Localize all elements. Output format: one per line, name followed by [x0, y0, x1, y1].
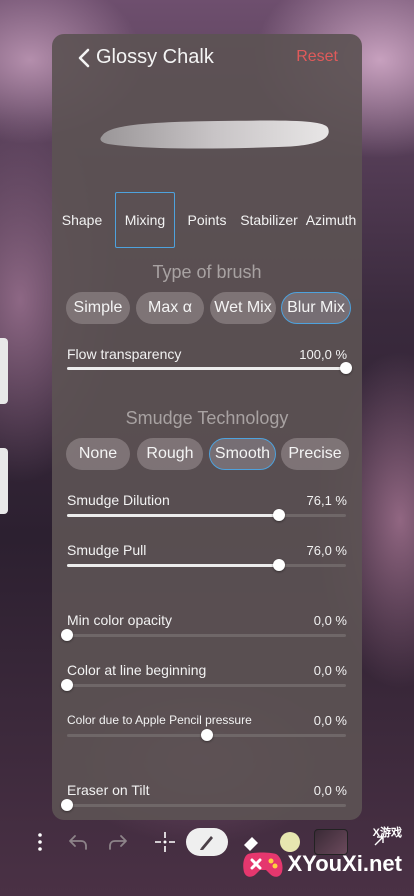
tab-points[interactable]: Points: [182, 192, 232, 248]
slider-knob[interactable]: [61, 799, 73, 811]
color-at-line-beginning-label: Color at line beginning: [67, 662, 207, 678]
flow-transparency-label: Flow transparency: [67, 346, 182, 362]
slider-knob[interactable]: [200, 729, 213, 741]
panel-title: Glossy Chalk: [96, 46, 214, 68]
tab-stabilizer[interactable]: Stabilizer: [238, 192, 300, 248]
eraser-on-tilt-value: 0,0 %: [313, 783, 347, 798]
reset-button[interactable]: Reset: [296, 48, 338, 66]
smudge-pull-slider[interactable]: [67, 559, 346, 571]
slider-knob[interactable]: [61, 629, 73, 641]
more-vertical-icon[interactable]: [32, 828, 48, 856]
smudge-pull-value: 76,0 %: [306, 543, 347, 558]
slider-knob[interactable]: [273, 559, 286, 571]
smudge-none[interactable]: None: [66, 438, 130, 470]
min-color-opacity-slider[interactable]: [61, 629, 346, 641]
brush-stroke-preview: [100, 120, 329, 149]
eraser-on-tilt-label: Eraser on Tilt: [67, 782, 150, 798]
transform-icon[interactable]: [152, 828, 178, 856]
smudge-dilution-slider[interactable]: [67, 509, 346, 521]
smudge-smooth[interactable]: Smooth: [209, 438, 276, 470]
panel-header: Glossy Chalk Reset: [52, 34, 362, 82]
gamepad-logo-icon: [242, 852, 283, 877]
type-of-brush-title: Type of brush: [152, 262, 262, 282]
tab-shape[interactable]: Shape: [58, 192, 106, 248]
smudge-dilution-label: Smudge Dilution: [67, 492, 170, 508]
brush-tool-button[interactable]: [186, 828, 228, 856]
watermark-small-text: X游戏: [372, 827, 402, 839]
smudge-technology-title: Smudge Technology: [125, 408, 289, 428]
slider-knob[interactable]: [340, 362, 352, 374]
color-at-line-beginning-value: 0,0 %: [313, 663, 347, 678]
smudge-pull-label: Smudge Pull: [67, 542, 147, 558]
back-button[interactable]: Glossy Chalk: [78, 46, 214, 69]
min-color-opacity-label: Min color opacity: [67, 612, 173, 628]
min-color-opacity-value: 0,0 %: [313, 613, 347, 628]
smudge-rough[interactable]: Rough: [137, 438, 203, 470]
watermark: X游戏 XYouXi.net: [240, 827, 403, 886]
color-pencil-pressure-slider[interactable]: [67, 729, 346, 741]
smudge-precise[interactable]: Precise: [281, 438, 349, 470]
brush-type-wet-mix[interactable]: Wet Mix: [210, 292, 276, 324]
brush-icon: [200, 836, 213, 850]
undo-icon[interactable]: [66, 828, 90, 856]
tab-azimuth[interactable]: Azimuth: [302, 192, 360, 248]
color-at-line-beginning-slider[interactable]: [61, 679, 346, 691]
chevron-left-icon: [78, 48, 90, 67]
redo-icon[interactable]: [106, 828, 130, 856]
flow-transparency-value: 100,0 %: [299, 347, 347, 362]
flow-transparency-slider[interactable]: [67, 362, 352, 374]
slider-knob[interactable]: [273, 509, 286, 521]
settings-tabs: Shape Mixing Points Stabilizer Azimuth: [52, 192, 362, 248]
color-pencil-pressure-label: Color due to Apple Pencil pressure: [67, 713, 252, 727]
smudge-dilution-value: 76,1 %: [306, 493, 347, 508]
brush-type-blur-mix[interactable]: Blur Mix: [281, 292, 351, 324]
eraser-on-tilt-slider[interactable]: [61, 799, 346, 811]
watermark-text: XYouXi.net: [287, 851, 403, 876]
slider-knob[interactable]: [61, 679, 73, 691]
brush-type-max-alpha[interactable]: Max α: [136, 292, 204, 324]
brush-settings-panel: Glossy Chalk Reset Shape Mixing Points S…: [52, 34, 362, 820]
brush-type-simple[interactable]: Simple: [66, 292, 130, 324]
edge-handle-top[interactable]: [0, 338, 8, 404]
color-pencil-pressure-value: 0,0 %: [313, 713, 347, 728]
edge-handle-bottom[interactable]: [0, 448, 8, 514]
tab-mixing[interactable]: Mixing: [115, 192, 175, 248]
